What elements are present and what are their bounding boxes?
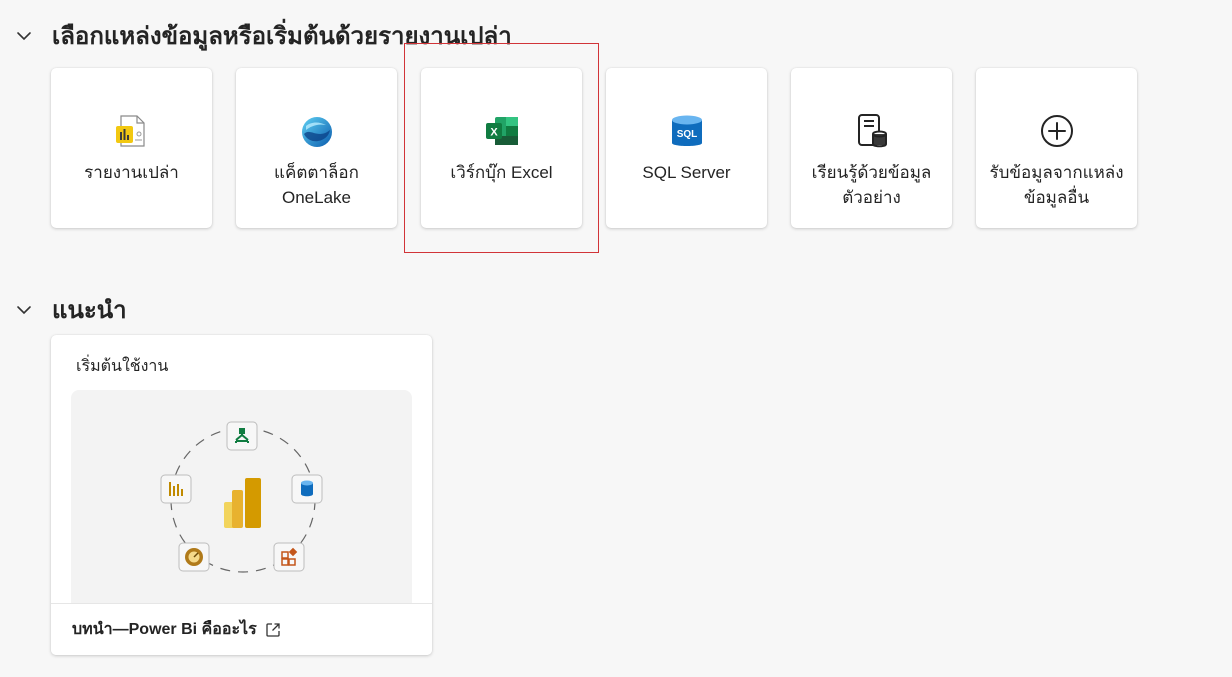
recommended-tag: เริ่มต้นใช้งาน [76, 358, 169, 375]
recommended-footer[interactable]: บทนำ—Power Bi คืออะไร [51, 603, 432, 655]
sample-data-card[interactable]: เรียนรู้ด้วยข้อมูลตัวอย่าง [791, 68, 952, 228]
open-external-icon[interactable] [265, 622, 281, 638]
onelake-icon [298, 112, 336, 150]
excel-workbook-card[interactable]: X เวิร์กบุ๊ก Excel [421, 68, 582, 228]
card-label: เรียนรู้ด้วยข้อมูลตัวอย่าง [811, 163, 932, 207]
card-label: รายงานเปล่า [84, 163, 179, 182]
svg-text:X: X [490, 127, 498, 139]
section-title: แนะนำ [52, 297, 127, 324]
data-source-section-header[interactable]: เลือกแหล่งข้อมูลหรือเริ่มต้นด้วยรายงานเป… [14, 16, 512, 55]
card-label: รับข้อมูลจากแหล่งข้อมูลอื่น [989, 163, 1124, 207]
other-source-card[interactable]: รับข้อมูลจากแหล่งข้อมูลอื่น [976, 68, 1137, 228]
sql-server-icon: SQL [668, 112, 706, 150]
section-title: เลือกแหล่งข้อมูลหรือเริ่มต้นด้วยรายงานเป… [52, 23, 512, 50]
data-source-cards: รายงานเปล่า แค็ตตาล็อก OneLake X เวิร์กบ… [51, 68, 1137, 228]
sql-icon-text: SQL [676, 129, 697, 140]
chevron-down-icon[interactable] [14, 300, 34, 320]
recommended-section-header[interactable]: แนะนำ [14, 290, 127, 329]
card-label: แค็ตตาล็อก OneLake [274, 163, 359, 207]
sample-data-icon [853, 112, 891, 150]
blank-report-icon [113, 112, 151, 150]
powerbi-logo-icon [224, 478, 261, 528]
onelake-catalog-card[interactable]: แค็ตตาล็อก OneLake [236, 68, 397, 228]
card-label: เวิร์กบุ๊ก Excel [450, 163, 553, 182]
recommended-title[interactable]: บทนำ—Power Bi คืออะไร [72, 617, 257, 642]
add-circle-icon [1038, 112, 1076, 150]
card-label: SQL Server [642, 163, 731, 182]
recommended-illustration [71, 390, 412, 605]
excel-icon: X [483, 112, 521, 150]
chevron-down-icon[interactable] [14, 26, 34, 46]
sql-server-card[interactable]: SQL SQL Server [606, 68, 767, 228]
blank-report-card[interactable]: รายงานเปล่า [51, 68, 212, 228]
recommended-card[interactable]: เริ่มต้นใช้งาน บทนำ—Power Bi คืออะไร [51, 335, 432, 655]
